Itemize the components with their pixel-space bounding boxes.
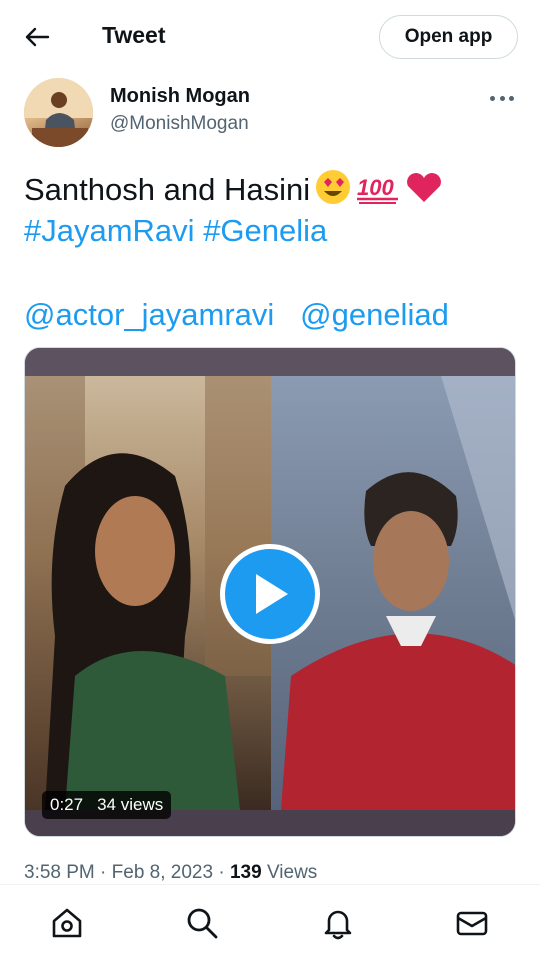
tweet-line-1: Santhosh and Hasini 100: [24, 168, 524, 210]
video-letterbox-top: [25, 348, 515, 376]
heart-eyes-hundred-heart-icon: 100: [316, 170, 442, 204]
video-views: 34 views: [97, 795, 164, 814]
tweet-line-3: @actor_jayamravi @geneliad: [24, 294, 524, 336]
page-title: Tweet: [102, 22, 166, 48]
hashtag-link[interactable]: #JayamRavi: [24, 213, 195, 248]
search-icon: [187, 908, 218, 939]
tweet-timestamp: 3:58 PM · Feb 8, 2023 · 139 Views: [24, 862, 317, 884]
play-button[interactable]: [220, 544, 320, 644]
tweet-author: Monish Mogan @MonishMogan: [24, 78, 524, 150]
separator-dot: ·: [218, 862, 225, 883]
video-duration: 0:27: [50, 795, 84, 814]
top-bar: Tweet Open app: [0, 0, 540, 72]
nav-search[interactable]: [182, 903, 222, 943]
more-dot: [490, 95, 495, 101]
more-dot: [509, 95, 514, 101]
notifications-icon: [324, 910, 352, 940]
avatar[interactable]: [24, 78, 93, 147]
view-count: 139: [229, 862, 262, 883]
author-handle[interactable]: @MonishMogan: [110, 113, 249, 135]
more-options-button[interactable]: [490, 90, 514, 106]
tweet-emoji-group: 100: [314, 168, 444, 217]
author-name[interactable]: Monish Mogan: [110, 85, 250, 108]
bottom-nav: [0, 884, 540, 960]
home-icon: [52, 908, 82, 938]
messages-icon: [456, 911, 488, 936]
tweet-spacer: [24, 252, 524, 294]
hashtag-link[interactable]: #Genelia: [203, 213, 327, 248]
tweet-time[interactable]: 3:58 PM: [24, 862, 95, 883]
mention-link[interactable]: @actor_jayamravi: [24, 297, 274, 332]
mention-link[interactable]: @geneliad: [300, 297, 449, 332]
nav-notifications[interactable]: [318, 903, 358, 943]
tweet-text: Santhosh and Hasini 100 #JayamRavi #Gene…: [24, 168, 524, 336]
video-player[interactable]: 0:27 34 views: [24, 347, 516, 837]
views-label: Views: [266, 862, 318, 883]
tweet-body-text: Santhosh and Hasini: [24, 172, 311, 207]
svg-text:100: 100: [357, 175, 394, 200]
play-icon: [256, 574, 288, 614]
back-button[interactable]: [18, 20, 56, 54]
tweet-date[interactable]: Feb 8, 2023: [112, 862, 213, 883]
nav-home[interactable]: [47, 903, 87, 943]
avatar-photo: [24, 78, 93, 147]
tweet-line-2: #JayamRavi #Genelia: [24, 210, 524, 252]
video-meta-badge: 0:27 34 views: [42, 791, 172, 819]
nav-messages[interactable]: [452, 903, 492, 943]
more-dot: [499, 95, 505, 101]
arrow-left-icon: [25, 27, 50, 47]
open-app-button[interactable]: Open app: [379, 15, 518, 59]
separator-dot: ·: [100, 862, 107, 883]
